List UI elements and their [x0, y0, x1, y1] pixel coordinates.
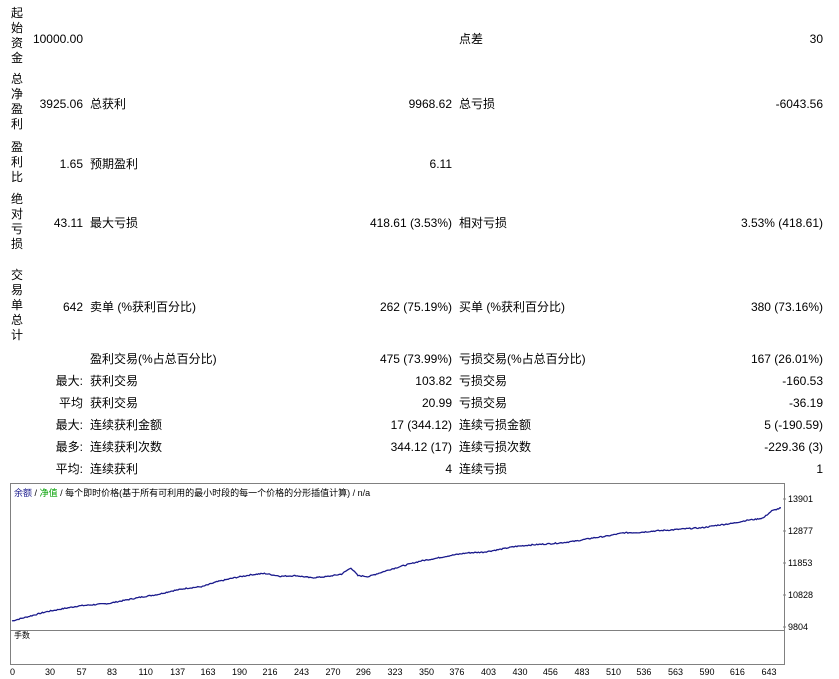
x-tick-label: 643: [761, 667, 777, 677]
x-tick-label: 270: [325, 667, 341, 677]
volume-label: 手数: [14, 631, 30, 640]
x-tick-label: 0: [10, 667, 16, 677]
y-tick-label: 10828: [788, 590, 814, 600]
profit-trades-label: 盈利交易(%占总百分比): [90, 352, 217, 366]
short-positions-value: 262 (75.19%): [379, 300, 452, 314]
legend-separator: /: [34, 488, 38, 498]
maximal-drawdown-value: 418.61 (3.53%): [369, 216, 452, 230]
max-consec-losses-label: 连续亏损金额: [459, 418, 532, 432]
x-tick-label: 296: [355, 667, 371, 677]
relative-drawdown-label: 相对亏损: [459, 216, 508, 230]
maximal-drawdown-label: 最大亏损: [90, 216, 139, 230]
total-trades-value: 642: [62, 300, 83, 314]
y-tick-label: 9804: [788, 622, 809, 632]
x-tick-label: 483: [574, 667, 590, 677]
absolute-drawdown-value: 43.11: [53, 216, 83, 230]
average-consec-losses-label: 连续亏损: [459, 462, 508, 476]
x-tick-label: 590: [699, 667, 715, 677]
max-consec-wins-value: 17 (344.12): [390, 418, 452, 432]
gross-loss-label: 总亏损: [459, 97, 496, 111]
long-positions-label: 买单 (%获利百分比): [459, 300, 565, 314]
relative-drawdown-value: 3.53% (418.61): [740, 216, 823, 230]
y-tick-label: 13901: [788, 494, 814, 504]
x-tick-label: 216: [262, 667, 278, 677]
largest-profit-trade-label: 获利交易: [90, 374, 139, 388]
spread-value: 30: [809, 32, 823, 46]
total-net-profit-value: 3925.06: [39, 97, 83, 111]
x-tick-label: 456: [542, 667, 558, 677]
spread-label: 点差: [459, 32, 484, 46]
gross-loss-value: -6043.56: [775, 97, 823, 111]
chart-legend: 余额 / 净值 / 每个即时价格(基于所有可利用的最小时段的每一个价格的分形插值…: [14, 488, 370, 498]
x-tick-label: 57: [76, 667, 87, 677]
legend-model: / 每个即时价格(基于所有可利用的最小时段的每一个价格的分形插值计算) / n/…: [60, 488, 371, 498]
average-consec-losses-value: 1: [816, 462, 823, 476]
average-profit-trade-label: 获利交易: [90, 396, 139, 410]
y-tick-label: 12877: [788, 526, 814, 536]
max-consec-losses-value: 5 (-190.59): [764, 418, 823, 432]
maximal-consec-prefix: 最多:: [55, 440, 83, 454]
x-tick-label: 536: [636, 667, 652, 677]
largest-loss-trade-label: 亏损交易: [459, 374, 508, 388]
average-loss-trade-value: -36.19: [788, 396, 823, 410]
loss-trades-label: 亏损交易(%占总百分比): [459, 352, 586, 366]
x-tick-label: 563: [667, 667, 683, 677]
maximal-consec-profit-value: 344.12 (17): [390, 440, 452, 454]
x-tick-label: 376: [449, 667, 465, 677]
average-consec-wins-value: 4: [445, 462, 452, 476]
y-tick-label: 11853: [788, 558, 813, 568]
x-tick-label: 190: [232, 667, 248, 677]
x-tick-label: 323: [387, 667, 403, 677]
largest-prefix: 最大:: [55, 374, 83, 388]
legend-equity: 净值: [39, 488, 58, 498]
volume-panel: [10, 630, 785, 665]
average-consec-prefix: 平均:: [55, 462, 83, 476]
short-positions-label: 卖单 (%获利百分比): [90, 300, 196, 314]
x-tick-label: 163: [200, 667, 216, 677]
x-tick-label: 616: [729, 667, 745, 677]
legend-balance: 余额: [14, 488, 33, 498]
initial-deposit-value: 10000.00: [32, 32, 83, 46]
x-tick-label: 83: [107, 667, 118, 677]
x-tick-label: 403: [480, 667, 496, 677]
x-tick-label: 350: [419, 667, 435, 677]
x-tick-label: 243: [293, 667, 310, 677]
maximal-consec-loss-value: -229.36 (3): [764, 440, 823, 454]
largest-loss-trade-value: -160.53: [782, 374, 823, 388]
x-tick-label: 110: [138, 667, 153, 677]
x-tick-label: 30: [45, 667, 56, 677]
maximal-consec-loss-label: 连续亏损次数: [459, 440, 532, 454]
max-consec-wins-label: 连续获利金额: [90, 418, 163, 432]
loss-trades-value: 167 (26.01%): [750, 352, 823, 366]
profit-trades-value: 475 (73.99%): [379, 352, 452, 366]
x-tick-label: 137: [170, 667, 186, 677]
average-prefix: 平均: [58, 396, 83, 410]
expected-payoff-label: 预期盈利: [90, 157, 139, 171]
max-consec-prefix: 最大:: [55, 418, 83, 432]
gross-profit-label: 总获利: [90, 97, 127, 111]
average-profit-trade-value: 20.99: [421, 396, 452, 410]
average-loss-trade-label: 亏损交易: [459, 396, 508, 410]
expected-payoff-value: 6.11: [429, 157, 452, 171]
maximal-consec-profit-label: 连续获利次数: [90, 440, 163, 454]
gross-profit-value: 9968.62: [408, 97, 452, 111]
x-tick-label: 430: [512, 667, 528, 677]
long-positions-value: 380 (73.16%): [750, 300, 823, 314]
profit-factor-value: 1.65: [59, 157, 83, 171]
largest-profit-trade-value: 103.82: [415, 374, 452, 388]
x-tick-label: 510: [606, 667, 622, 677]
average-consec-wins-label: 连续获利: [90, 462, 139, 476]
